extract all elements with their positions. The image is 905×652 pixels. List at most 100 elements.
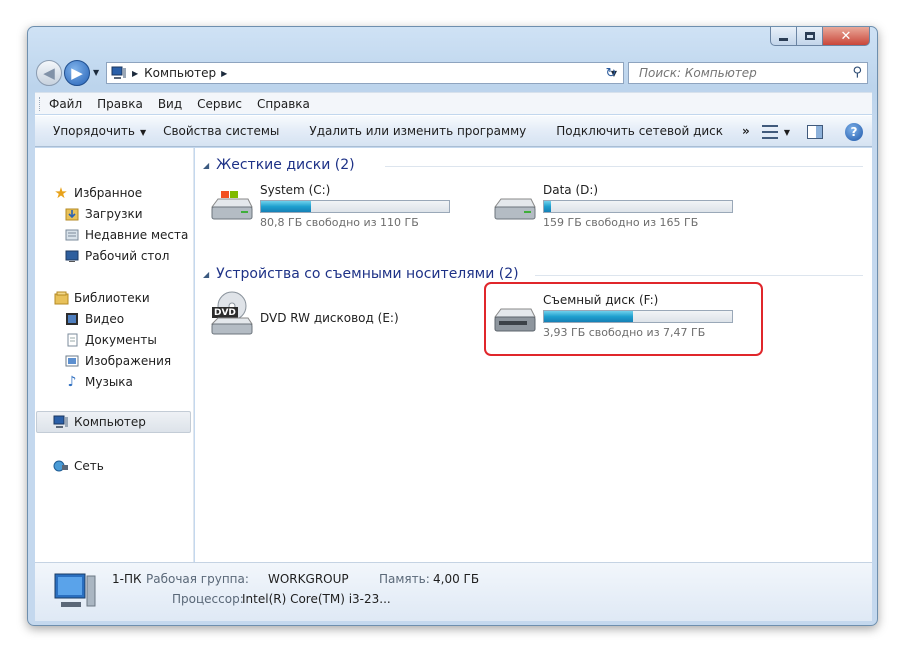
more-commands-button[interactable]: » xyxy=(742,124,750,138)
collapse-triangle-icon[interactable]: ◢ xyxy=(203,161,209,170)
refresh-button[interactable]: ↻ xyxy=(598,62,624,84)
refresh-icon: ↻ xyxy=(605,65,617,81)
content-pane: ◢ Жесткие диски (2) System (C:) 80,8 ГБ … xyxy=(195,148,872,562)
address-bar[interactable]: ▶ Компьютер ▶ ▼ xyxy=(106,62,624,84)
navigation-pane: ★ Избранное Загрузки Недавние места Рабо… xyxy=(35,148,194,562)
caption-buttons: ✕ xyxy=(770,27,870,46)
system-properties-button[interactable]: Свойства системы xyxy=(163,122,279,140)
menu-help[interactable]: Справка xyxy=(257,97,310,111)
nav-desktop[interactable]: Рабочий стол xyxy=(64,248,169,264)
nav-label: Изображения xyxy=(85,354,172,368)
drive-name: System (C:) xyxy=(260,183,331,197)
close-icon: ✕ xyxy=(840,28,852,44)
menu-tools[interactable]: Сервис xyxy=(197,97,242,111)
drive-free-space: 80,8 ГБ свободно из 110 ГБ xyxy=(260,216,419,229)
nav-video[interactable]: Видео xyxy=(64,311,124,327)
downloads-folder-icon xyxy=(64,206,80,222)
nav-network[interactable]: Сеть xyxy=(53,458,104,474)
memory-value: 4,00 ГБ xyxy=(433,572,480,586)
breadcrumb-computer[interactable]: Компьютер xyxy=(144,66,216,80)
nav-label: Библиотеки xyxy=(74,291,150,305)
video-icon xyxy=(64,311,80,327)
group-hard-disks[interactable]: ◢ Жесткие диски (2) xyxy=(203,157,355,173)
desktop-icon xyxy=(64,248,80,264)
uninstall-program-button[interactable]: Удалить или изменить программу xyxy=(309,122,526,140)
capacity-fill xyxy=(544,201,551,212)
back-button[interactable]: ◀ xyxy=(36,60,62,86)
search-input[interactable] xyxy=(637,65,837,81)
nav-music[interactable]: ♪ Музыка xyxy=(64,374,133,390)
cpu-value: Intel(R) Core(TM) i3-23... xyxy=(242,592,391,606)
drive-free-space: 159 ГБ свободно из 165 ГБ xyxy=(543,216,699,229)
computer-icon xyxy=(111,66,126,79)
forward-button[interactable]: ▶ xyxy=(64,60,90,86)
pc-name: 1-ПК xyxy=(112,572,142,586)
arrow-left-icon: ◀ xyxy=(43,63,55,82)
memory-label: Память: xyxy=(379,572,430,586)
search-icon[interactable]: ⚲ xyxy=(852,65,862,80)
nav-downloads[interactable]: Загрузки xyxy=(64,206,143,222)
command-bar: Упорядочить ▼ Свойства системы Удалить ил… xyxy=(35,115,872,147)
hard-drive-icon xyxy=(494,198,536,220)
nav-favorites[interactable]: ★ Избранное xyxy=(53,184,143,202)
minimize-button[interactable] xyxy=(770,27,797,46)
nav-documents[interactable]: Документы xyxy=(64,332,157,348)
computer-icon xyxy=(53,414,69,430)
drive-e[interactable]: DVD DVD RW дисковод (E:) xyxy=(208,266,458,338)
nav-label: Документы xyxy=(85,333,157,347)
music-note-icon: ♪ xyxy=(67,374,77,390)
breadcrumb-separator-icon[interactable]: ▶ xyxy=(132,69,138,78)
details-pane: 1-ПК Рабочая группа: WORKGROUP Память: 4… xyxy=(35,562,872,621)
menu-edit[interactable]: Правка xyxy=(97,97,143,111)
group-divider xyxy=(535,275,863,276)
organize-button[interactable]: Упорядочить ▼ xyxy=(53,122,146,140)
images-icon xyxy=(64,353,80,369)
cpu-label: Процессор: xyxy=(172,592,244,606)
menu-file[interactable]: Файл xyxy=(49,97,82,111)
nav-label: Недавние места xyxy=(85,228,189,242)
computer-large-icon xyxy=(54,573,96,607)
recent-pages-dropdown[interactable]: ▼ xyxy=(93,68,99,77)
arrow-right-icon: ▶ xyxy=(71,63,83,82)
nav-label: Загрузки xyxy=(85,207,143,221)
workgroup-label: Рабочая группа: xyxy=(146,572,249,586)
nav-computer[interactable]: Компьютер xyxy=(36,411,191,433)
help-icon[interactable]: ? xyxy=(845,123,863,141)
breadcrumb-separator-icon[interactable]: ▶ xyxy=(221,69,227,78)
nav-label: Музыка xyxy=(85,375,133,389)
drive-name: Data (D:) xyxy=(543,183,599,197)
drive-d[interactable]: Data (D:) 159 ГБ свободно из 165 ГБ xyxy=(491,183,741,233)
chevron-down-icon: ▼ xyxy=(139,128,147,137)
nav-label: Избранное xyxy=(74,186,143,200)
dvd-label: DVD xyxy=(214,308,236,318)
preview-pane-icon[interactable] xyxy=(807,125,823,139)
nav-label: Видео xyxy=(85,312,125,326)
nav-libraries[interactable]: Библиотеки xyxy=(53,290,150,306)
close-button[interactable]: ✕ xyxy=(823,27,870,46)
maximize-button[interactable] xyxy=(797,27,823,46)
nav-recent-places[interactable]: Недавние места xyxy=(64,227,188,243)
capacity-bar xyxy=(543,200,733,213)
menu-bar: Файл Правка Вид Сервис Справка xyxy=(35,92,872,114)
nav-images[interactable]: Изображения xyxy=(64,353,171,369)
nav-label: Сеть xyxy=(74,459,104,473)
explorer-window: ✕ ◀ ▶ ▼ ▶ Компьютер ▶ ▼ ↻ ⚲ Файл Правка … xyxy=(27,26,878,626)
view-options-dropdown[interactable]: ▼ xyxy=(784,128,790,137)
group-title: Жесткие диски (2) xyxy=(216,157,355,173)
network-icon xyxy=(53,458,69,474)
organize-label: Упорядочить xyxy=(53,124,135,138)
workgroup-value: WORKGROUP xyxy=(268,572,349,586)
search-box[interactable]: ⚲ xyxy=(628,62,868,84)
star-icon: ★ xyxy=(54,184,68,202)
change-view-icon[interactable] xyxy=(761,125,778,139)
capacity-bar xyxy=(260,200,450,213)
drive-name: DVD RW дисковод (E:) xyxy=(260,311,399,325)
menu-view[interactable]: Вид xyxy=(158,97,182,111)
minimize-icon xyxy=(779,37,788,41)
nav-label: Компьютер xyxy=(74,415,146,429)
maximize-icon xyxy=(804,32,815,40)
highlight-frame xyxy=(484,282,763,356)
command-bar-right: ▼ ? xyxy=(761,116,872,148)
map-network-drive-button[interactable]: Подключить сетевой диск xyxy=(556,122,723,140)
drive-c[interactable]: System (C:) 80,8 ГБ свободно из 110 ГБ xyxy=(208,183,458,233)
